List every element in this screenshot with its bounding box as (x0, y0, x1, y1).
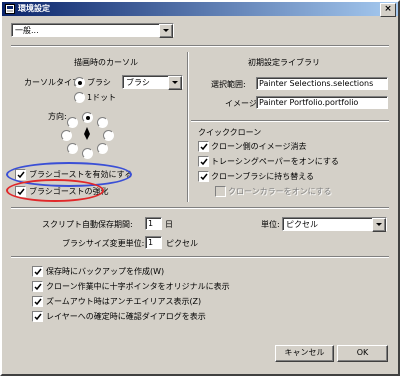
antialias-checkbox[interactable] (32, 296, 43, 307)
clone-brush-label: クローンブラシに持ち替える (211, 172, 314, 181)
cursor-section-title: 描画時のカーソル (74, 58, 138, 67)
crosshair-checkbox[interactable] (32, 281, 43, 292)
radio-direction-nw[interactable] (67, 117, 78, 128)
autosave-label: スクリプト自動保存期間: (42, 220, 133, 229)
image-library-field[interactable]: Painter Portfolio.portfolio (256, 96, 388, 109)
clone-section-title: クイッククローン (198, 128, 262, 137)
close-icon: × (384, 4, 392, 14)
selection-library-label: 選択範囲: (211, 80, 246, 89)
radio-cursor-brush[interactable] (74, 77, 85, 88)
radio-selected-dot (85, 115, 90, 120)
antialias-label: ズームアウト時はアンチエイリアス表示(Z) (46, 297, 202, 306)
brushsize-field[interactable]: 1 (145, 236, 162, 249)
chevron-down-icon[interactable] (372, 218, 386, 232)
clone-color-checkbox[interactable] (215, 186, 226, 197)
middle-divider (11, 207, 389, 209)
autosave-field[interactable]: 1 (145, 217, 162, 230)
section-divider-vertical (187, 52, 189, 202)
preset-dropdown[interactable]: 一般... (11, 23, 174, 38)
window-title: 環境設定 (18, 4, 50, 13)
chevron-down-icon[interactable] (168, 76, 182, 90)
units-label: 単位: (261, 220, 280, 229)
app-icon (5, 4, 15, 14)
backup-label: 保存時にバックアップを作成(W) (46, 267, 165, 276)
backup-checkbox[interactable] (32, 266, 43, 277)
crosshair-label: クローン作業中に十字ポインタをオリジナルに表示 (46, 282, 230, 291)
layer-confirm-label: レイヤーへの確定時に確認ダイアログを表示 (46, 312, 206, 321)
direction-label: 方向: (48, 112, 67, 121)
tracing-paper-label: トレーシングペーパーをオンにする (211, 157, 339, 166)
brushsize-value: 1 (148, 238, 154, 247)
top-divider (11, 45, 389, 47)
radio-cursor-brush-label: ブラシ (87, 78, 111, 87)
clone-brush-checkbox[interactable] (198, 171, 209, 182)
layer-confirm-checkbox[interactable] (32, 311, 43, 322)
title-bar: 環境設定 × (2, 2, 398, 17)
clone-color-label: クローンカラーをオンにする (228, 187, 332, 196)
clone-clear-label: クローン側のイメージ消去 (211, 142, 307, 151)
autosave-unit: 日 (165, 220, 173, 229)
units-value: ピクセル (286, 220, 318, 229)
autosave-value: 1 (148, 219, 154, 228)
tracing-paper-checkbox[interactable] (198, 156, 209, 167)
lower-divider (11, 256, 389, 258)
units-select[interactable]: ピクセル (282, 217, 387, 232)
radio-direction-n[interactable] (82, 112, 93, 123)
cursor-direction-icon (83, 127, 91, 143)
radio-direction-e[interactable] (103, 130, 114, 141)
image-library-label: イメージ: (225, 99, 260, 108)
brush-cursor-value: ブラシ (126, 78, 150, 87)
library-section-title: 初期設定ライブラリ (248, 58, 320, 67)
preset-value: 一般... (15, 26, 39, 35)
brushsize-label: ブラシサイズ変更単位: (62, 239, 145, 248)
chevron-down-icon[interactable] (159, 24, 173, 38)
clone-clear-checkbox[interactable] (198, 141, 209, 152)
cancel-button[interactable]: キャンセル (275, 345, 334, 362)
preferences-dialog: 環境設定 × 一般... 描画時のカーソル カーソルタイプ: ブラシ 1ドット … (0, 0, 400, 376)
library-divider (191, 120, 389, 122)
radio-direction-se[interactable] (97, 143, 108, 154)
close-button[interactable]: × (380, 3, 396, 17)
selection-library-value: Painter Selections.selections (259, 79, 374, 88)
radio-selected-dot (77, 80, 82, 85)
selection-library-field[interactable]: Painter Selections.selections (256, 77, 388, 90)
radio-direction-w[interactable] (61, 130, 72, 141)
radio-cursor-1dot-label: 1ドット (87, 93, 117, 102)
image-library-value: Painter Portfolio.portfolio (259, 98, 359, 107)
radio-direction-ne[interactable] (97, 117, 108, 128)
ok-button[interactable]: OK (337, 345, 388, 362)
radio-direction-s[interactable] (82, 148, 93, 159)
radio-cursor-1dot[interactable] (74, 92, 85, 103)
brush-cursor-select[interactable]: ブラシ (122, 75, 183, 90)
radio-direction-sw[interactable] (67, 143, 78, 154)
red-highlight-ellipse (6, 179, 104, 202)
brushsize-unit: ピクセル (166, 239, 198, 248)
